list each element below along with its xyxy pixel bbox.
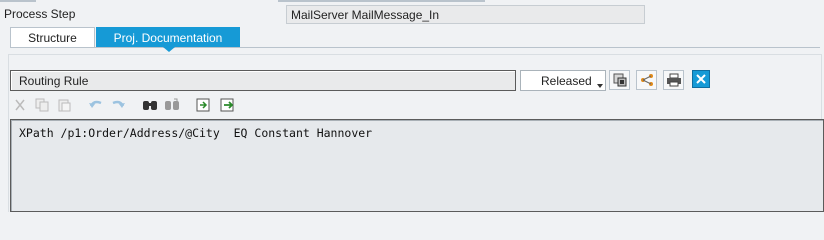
redo-button[interactable] xyxy=(108,96,128,116)
upload-icon xyxy=(196,98,212,115)
print-button[interactable] xyxy=(663,70,684,90)
find-icon xyxy=(142,98,158,115)
network-icon xyxy=(640,73,654,87)
process-step-label: Process Step xyxy=(4,7,76,21)
copy-icon xyxy=(35,98,49,115)
close-icon xyxy=(692,69,710,91)
status-dropdown[interactable]: Released xyxy=(520,70,606,91)
tab-divider xyxy=(10,47,820,48)
find-next-button[interactable] xyxy=(162,96,182,116)
copy-button[interactable] xyxy=(32,96,52,116)
find-next-icon xyxy=(164,98,180,115)
find-button[interactable] xyxy=(140,96,160,116)
close-button[interactable] xyxy=(691,69,711,91)
undo-icon xyxy=(88,98,104,115)
active-tab-indicator xyxy=(163,47,175,52)
top-border xyxy=(0,0,824,4)
settings-export-button[interactable] xyxy=(609,70,630,90)
cut-icon xyxy=(13,98,27,115)
routing-rule-field[interactable]: Routing Rule xyxy=(10,70,516,91)
download-icon xyxy=(220,98,236,115)
paste-icon xyxy=(57,98,71,115)
tab-proj-documentation[interactable]: Proj. Documentation xyxy=(96,27,240,47)
paste-button[interactable] xyxy=(54,96,74,116)
process-step-field[interactable]: MailServer MailMessage_In xyxy=(286,5,645,24)
undo-button[interactable] xyxy=(86,96,106,116)
print-icon xyxy=(666,73,682,87)
upload-button[interactable] xyxy=(194,96,214,116)
download-button[interactable] xyxy=(218,96,238,116)
routing-rule-editor[interactable]: XPath /p1:Order/Address/@City EQ Constan… xyxy=(10,119,824,212)
status-value: Released xyxy=(541,74,592,88)
chevron-down-icon xyxy=(597,84,603,88)
cut-button[interactable] xyxy=(10,96,30,116)
settings-export-icon xyxy=(613,73,627,87)
network-button[interactable] xyxy=(636,70,657,90)
tab-structure[interactable]: Structure xyxy=(10,27,95,47)
redo-icon xyxy=(110,98,126,115)
